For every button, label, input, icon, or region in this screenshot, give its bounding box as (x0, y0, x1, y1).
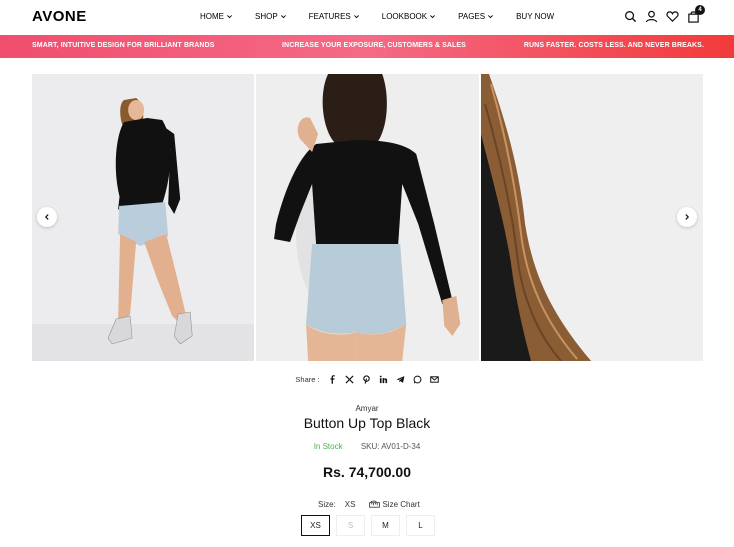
size-chart-link[interactable]: Size Chart (369, 500, 420, 509)
chevron-down-icon (488, 15, 494, 19)
product-meta: In Stock SKU: AV01-D-34 (0, 442, 734, 451)
size-option-m[interactable]: M (371, 515, 400, 536)
size-option-xs[interactable]: XS (301, 515, 330, 536)
nav-item-shop[interactable]: SHOP (255, 12, 287, 21)
gallery-next-button[interactable] (677, 207, 697, 227)
telegram-icon[interactable] (396, 375, 405, 384)
promo-text-right: RUNS FASTER. COSTS LESS. AND NEVER BREAK… (523, 42, 704, 49)
search-icon[interactable] (624, 10, 637, 23)
share-label: Share : (295, 375, 320, 384)
product-image-front[interactable] (32, 74, 255, 361)
cart-icon[interactable]: 4 (687, 5, 705, 23)
ruler-icon (369, 500, 381, 508)
nav-item-label: SHOP (255, 12, 278, 21)
promo-text-left: SMART, INTUITIVE DESIGN FOR BRILLIANT BR… (32, 42, 215, 49)
product-title: Button Up Top Black (303, 415, 431, 431)
chevron-down-icon (227, 15, 232, 19)
nav-item-label: BUY NOW (516, 12, 555, 21)
selected-size-value: XS (344, 500, 356, 509)
nav-item-label: PAGES (458, 12, 486, 21)
chevron-down-icon (280, 15, 286, 19)
gallery-prev-button[interactable] (37, 207, 57, 227)
nav-item-label: HOME (200, 12, 224, 21)
promo-text-center: INCREASE YOUR EXPOSURE, CUSTOMERS & SALE… (282, 42, 466, 49)
cart-count-badge: 4 (695, 5, 705, 15)
whatsapp-icon[interactable] (413, 375, 422, 384)
product-vendor[interactable]: Amyar (0, 404, 734, 413)
chevron-down-icon (353, 15, 359, 19)
chevron-down-icon (430, 15, 436, 19)
share-row: Share : (0, 375, 734, 384)
size-options: XS S M L (301, 515, 435, 536)
nav-item-buy-now[interactable]: BUY NOW (516, 12, 554, 21)
header-icons: 4 (624, 5, 705, 23)
email-icon[interactable] (429, 375, 439, 384)
nav-item-features[interactable]: FEATURES (309, 12, 360, 21)
pinterest-icon[interactable] (362, 375, 371, 384)
product-sku: SKU: AV01-D-34 (360, 442, 421, 451)
promo-bar: SMART, INTUITIVE DESIGN FOR BRILLIANT BR… (0, 35, 734, 58)
size-option-l[interactable]: L (406, 515, 435, 536)
product-image-detail[interactable] (480, 74, 703, 361)
nav-item-pages[interactable]: PAGES (458, 12, 494, 21)
wishlist-icon[interactable] (666, 10, 679, 23)
nav-item-label: FEATURES (308, 12, 351, 21)
size-selector-header: Size: XS Size Chart (318, 500, 420, 509)
product-image-back[interactable] (256, 74, 479, 361)
size-option-s[interactable]: S (336, 515, 365, 536)
nav-item-label: LOOKBOOK (381, 12, 428, 21)
linkedin-icon[interactable] (379, 375, 388, 384)
x-icon[interactable] (345, 375, 354, 384)
account-icon[interactable] (645, 10, 658, 23)
chevron-left-icon (44, 214, 49, 220)
stock-status: In Stock (313, 442, 343, 451)
site-logo[interactable]: AVONE (32, 8, 87, 25)
main-nav: HOME SHOP FEATURES LOOKBOOK PAGES BUY NO… (200, 12, 554, 21)
size-label: Size: (318, 500, 336, 509)
nav-item-home[interactable]: HOME (200, 12, 233, 21)
site-header: AVONE HOME SHOP FEATURES LOOKBOOK PAGES … (0, 0, 734, 35)
facebook-icon[interactable] (328, 375, 337, 384)
product-price: Rs. 74,700.00 (323, 464, 411, 480)
chevron-right-icon (685, 214, 690, 220)
nav-item-lookbook[interactable]: LOOKBOOK (382, 12, 436, 21)
size-chart-label: Size Chart (382, 500, 420, 509)
product-gallery (32, 74, 703, 361)
